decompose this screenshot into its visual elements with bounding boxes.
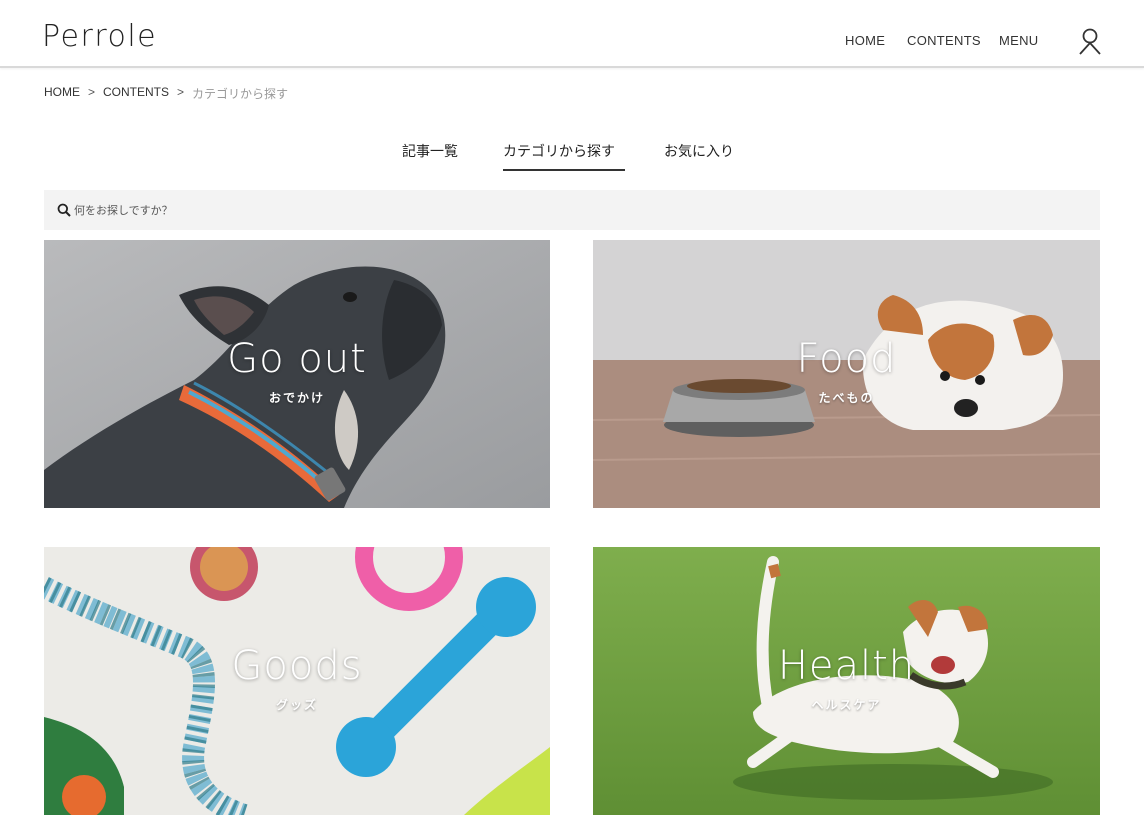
- category-title: Go out: [227, 336, 367, 382]
- breadcrumb-separator: >: [88, 85, 96, 99]
- page: Perrole HOME CONTENTS MENU HOME > CONTEN…: [0, 0, 1144, 829]
- category-card-health[interactable]: Health ヘルスケア: [593, 547, 1100, 815]
- site-header: Perrole HOME CONTENTS MENU: [0, 0, 1144, 68]
- search-icon[interactable]: [57, 203, 71, 217]
- breadcrumb-home[interactable]: HOME: [44, 85, 80, 102]
- category-title: Goods: [231, 643, 363, 689]
- category-subtitle: グッズ: [275, 698, 318, 712]
- breadcrumb-current: カテゴリから探す: [192, 87, 289, 101]
- tab-favorites[interactable]: お気に入り: [664, 141, 734, 161]
- breadcrumb-separator: >: [177, 85, 185, 99]
- category-card-go-out[interactable]: Go out おでかけ: [44, 240, 550, 508]
- category-subtitle: ヘルスケア: [811, 698, 882, 712]
- search-bar: [44, 190, 1100, 230]
- search-input[interactable]: [74, 190, 1074, 230]
- nav-menu-link[interactable]: MENU: [999, 33, 1038, 48]
- category-card-food[interactable]: Food たべもの: [593, 240, 1100, 508]
- active-tab-indicator: [503, 169, 625, 171]
- nav-home-link[interactable]: HOME: [845, 33, 885, 48]
- category-subtitle: たべもの: [818, 391, 875, 405]
- nav-contents-link[interactable]: CONTENTS: [907, 33, 981, 48]
- category-subtitle: おでかけ: [268, 391, 325, 405]
- tab-article-list[interactable]: 記事一覧: [402, 141, 458, 161]
- content-tabs: 記事一覧 カテゴリから探す お気に入り: [0, 141, 1144, 173]
- user-icon[interactable]: [1078, 27, 1102, 55]
- breadcrumb-contents[interactable]: CONTENTS: [103, 85, 169, 102]
- category-title: Health: [777, 643, 916, 689]
- category-title: Food: [796, 336, 897, 382]
- site-logo[interactable]: Perrole: [42, 22, 157, 52]
- category-card-goods[interactable]: Goods グッズ: [44, 547, 550, 815]
- breadcrumb: HOME > CONTENTS > カテゴリから探す: [44, 85, 288, 102]
- tab-category[interactable]: カテゴリから探す: [503, 141, 615, 161]
